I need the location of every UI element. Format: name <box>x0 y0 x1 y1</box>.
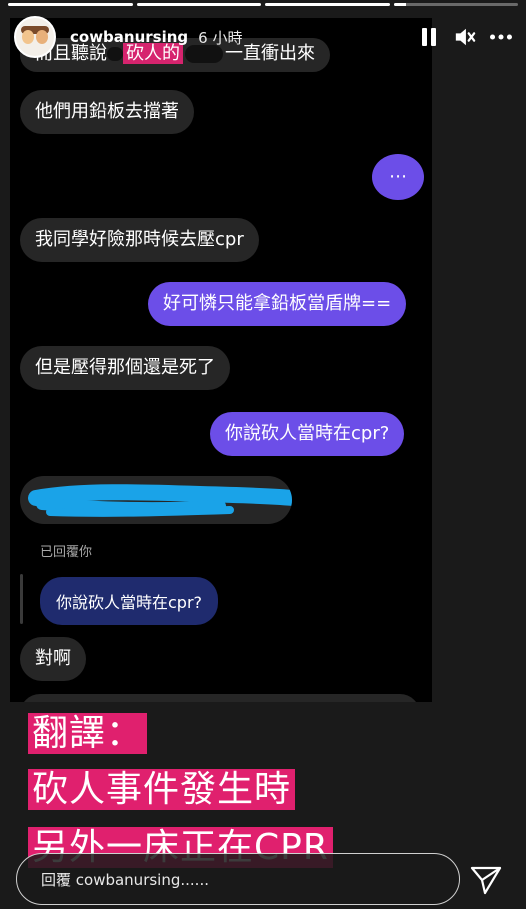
story-progress <box>8 3 518 6</box>
progress-segment <box>8 3 133 6</box>
partial-message <box>20 694 420 702</box>
chat-screenshot: 而且聽說 砍人的 一直衝出來 他們用鉛板去擋著 ⋯ 我同學好險那時候去壓cpr 好可… <box>10 18 432 702</box>
message-received: 對啊 <box>20 637 86 681</box>
translation-line: 翻譯： <box>28 712 148 756</box>
quoted-reply: 你說砍人當時在cpr? <box>40 577 219 625</box>
progress-segment <box>393 3 518 6</box>
scribbled-message <box>20 476 292 524</box>
reply-placeholder: 回覆 cowbanursing...... <box>41 870 209 889</box>
progress-segment <box>136 3 261 6</box>
avatar[interactable] <box>14 16 56 58</box>
message-text: 對啊 <box>35 648 71 669</box>
story-controls <box>418 26 512 48</box>
message-text: 我同學好險那時候去壓cpr <box>35 229 244 250</box>
username[interactable]: cowbanursing <box>70 28 188 46</box>
time-ago: 6 小時 <box>198 28 243 47</box>
reply-indicator-bar <box>20 574 23 624</box>
more-icon[interactable] <box>490 26 512 48</box>
send-icon[interactable] <box>468 862 504 898</box>
message-text: 但是壓得那個還是死了 <box>35 357 215 378</box>
message-sent: 你說砍人當時在cpr? <box>210 412 405 456</box>
message-sent: ⋯ <box>372 154 424 200</box>
message-received: 他們用鉛板去擋著 <box>20 90 194 134</box>
progress-segment <box>265 3 390 6</box>
message-received: 但是壓得那個還是死了 <box>20 346 230 390</box>
message-text: ⋯ <box>389 166 407 187</box>
blue-scribble <box>28 484 292 517</box>
replied-label: 已回覆你 <box>40 545 93 560</box>
message-text: 你說砍人當時在cpr? <box>225 423 390 444</box>
message-sent: 好可憐只能拿鉛板當盾牌== <box>148 282 407 326</box>
reply-input[interactable]: 回覆 cowbanursing...... <box>16 853 460 905</box>
story-header: cowbanursing 6 小時 <box>14 14 512 60</box>
message-received: 我同學好險那時候去壓cpr <box>20 218 259 262</box>
translation-line: 砍人事件發生時 <box>28 768 296 812</box>
message-text: 他們用鉛板去擋著 <box>35 101 179 122</box>
message-text: 好可憐只能拿鉛板當盾牌== <box>163 293 392 314</box>
mute-icon[interactable] <box>454 26 476 48</box>
pause-icon[interactable] <box>418 26 440 48</box>
